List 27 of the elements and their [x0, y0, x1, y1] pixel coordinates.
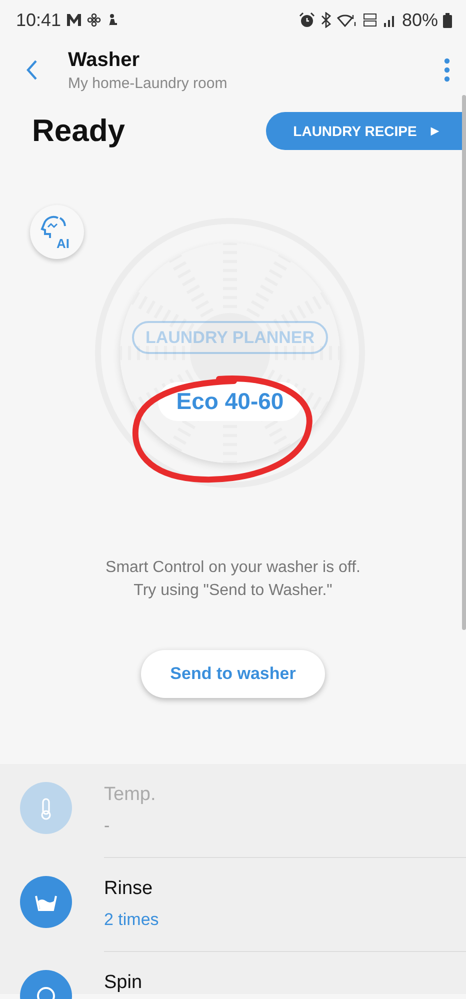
info-message: Try using "Send to Washer."	[132, 581, 334, 601]
wifi-icon	[336, 12, 357, 28]
info-message: Smart Control on your washer is off.	[104, 558, 362, 578]
ai-button[interactable]: AI	[30, 205, 84, 259]
temp-option-icon	[20, 782, 72, 834]
battery-percent: 80%	[402, 10, 438, 30]
signal-icon	[382, 13, 397, 27]
option-label: Spin	[104, 972, 142, 994]
option-label: Rinse	[104, 878, 154, 900]
alarm-icon	[298, 12, 315, 28]
mail-icon	[66, 13, 82, 27]
option-value: 2 times	[104, 910, 159, 930]
rinse-option-icon	[20, 876, 72, 928]
screen-subtitle: My home-Laundry room	[68, 74, 228, 92]
more-icon	[444, 58, 450, 82]
option-value: -	[104, 816, 111, 836]
option-row[interactable]: Rinse 2 times	[104, 857, 466, 951]
screen-title: Washer	[68, 48, 141, 72]
status-time: 10:41	[16, 10, 62, 30]
back-icon	[26, 59, 38, 81]
flower-icon	[87, 13, 102, 27]
option-row[interactable]: Spin	[104, 951, 466, 999]
battery-icon	[443, 12, 452, 28]
send-to-washer-button[interactable]: Send to washer	[141, 650, 325, 698]
bluetooth-icon	[320, 12, 332, 28]
washer-state: Ready	[32, 113, 126, 149]
option-label: Temp.	[104, 784, 156, 806]
